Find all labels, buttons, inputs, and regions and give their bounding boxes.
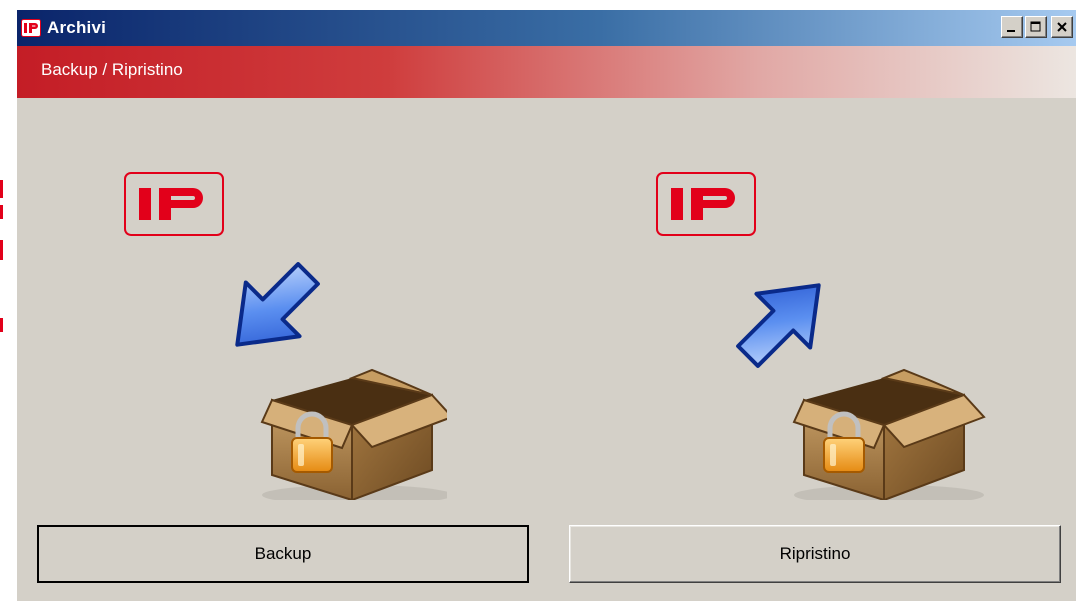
ip-logo xyxy=(124,172,224,236)
minimize-button[interactable] xyxy=(1001,16,1023,38)
window-controls xyxy=(1001,16,1073,38)
header-banner: Backup / Ripristino xyxy=(17,46,1076,98)
arrow-up-left-icon xyxy=(736,283,821,368)
banner-title: Backup / Ripristino xyxy=(41,60,183,79)
backup-illustration xyxy=(124,172,447,500)
maximize-button[interactable] xyxy=(1025,16,1047,38)
arrow-down-right-icon xyxy=(235,262,320,347)
locked-box-icon xyxy=(260,368,447,500)
title-bar[interactable]: Archivi xyxy=(17,10,1076,46)
background-window-edge xyxy=(0,180,3,332)
restore-button[interactable]: Ripristino xyxy=(569,525,1061,583)
close-button[interactable] xyxy=(1051,16,1073,38)
ip-logo-icon xyxy=(21,19,41,37)
ip-logo xyxy=(656,172,756,236)
backup-button-label: Backup xyxy=(254,544,312,563)
minimize-icon xyxy=(1007,30,1015,32)
restore-button-label: Ripristino xyxy=(779,544,851,563)
archivi-window: Archivi Backup / Ripristino Backup Ripri… xyxy=(16,10,1076,601)
restore-illustration xyxy=(656,172,986,500)
maximize-icon xyxy=(1030,21,1041,32)
locked-box-icon xyxy=(792,368,986,500)
window-title: Archivi xyxy=(47,18,107,37)
close-icon xyxy=(1057,22,1067,32)
backup-button[interactable]: Backup xyxy=(37,525,529,583)
